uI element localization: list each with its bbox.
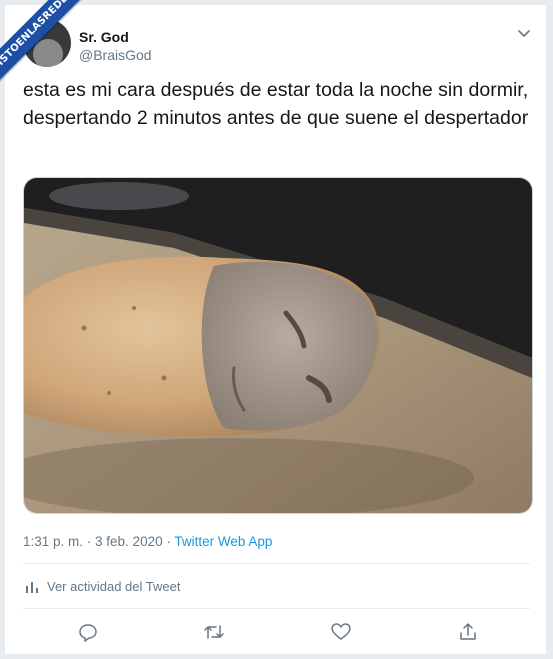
tweet-activity-link[interactable]: Ver actividad del Tweet xyxy=(25,579,180,594)
share-button[interactable] xyxy=(455,619,481,645)
meta-separator: · xyxy=(162,534,175,549)
bar-chart-icon xyxy=(26,581,38,593)
retweet-button[interactable] xyxy=(201,619,227,645)
user-handle[interactable]: @BraisGod xyxy=(79,47,152,63)
display-name[interactable]: Sr. God xyxy=(79,29,129,45)
action-bar xyxy=(5,619,548,645)
potato-photo xyxy=(24,178,532,513)
tweet-source[interactable]: Twitter Web App xyxy=(174,534,272,549)
like-button[interactable] xyxy=(328,619,354,645)
retweet-icon xyxy=(204,625,224,639)
tweet-meta: 1:31 p. m. · 3 feb. 2020 · Twitter Web A… xyxy=(23,534,272,549)
tweet-text: esta es mi cara después de estar toda la… xyxy=(23,79,529,129)
timestamp[interactable]: 1:31 p. m. · 3 feb. 2020 xyxy=(23,534,163,549)
tweet-image[interactable] xyxy=(23,177,533,514)
tweet-card: Sr. God @BraisGod esta es mi cara despué… xyxy=(4,4,547,655)
chevron-down-icon[interactable] xyxy=(516,25,532,41)
activity-label: Ver actividad del Tweet xyxy=(47,579,181,594)
reply-button[interactable] xyxy=(75,619,101,645)
divider xyxy=(23,608,530,609)
divider xyxy=(23,563,530,564)
reply-icon xyxy=(79,624,97,642)
like-icon xyxy=(331,623,351,640)
share-icon xyxy=(460,623,476,640)
